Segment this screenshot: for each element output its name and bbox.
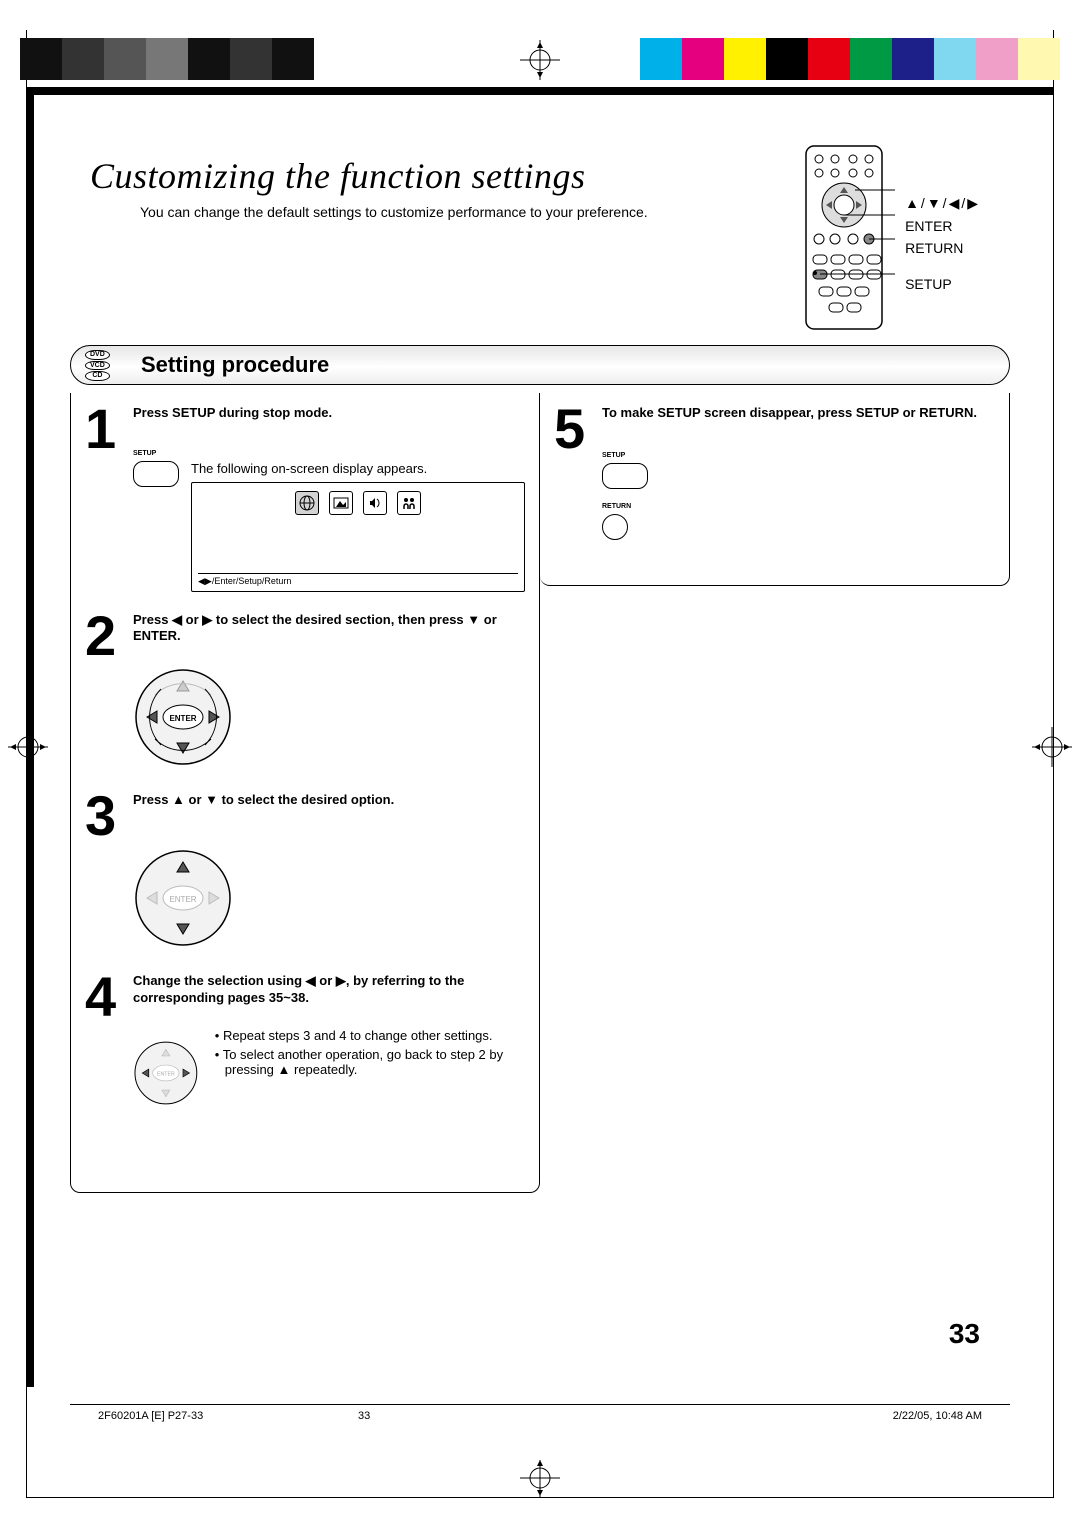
audio-icon: [363, 491, 387, 515]
disc-vcd: VCD: [85, 361, 110, 371]
svg-text:ENTER: ENTER: [157, 1072, 175, 1078]
registration-mark-icon: [8, 727, 48, 767]
remote-enter-label: ENTER: [905, 218, 980, 234]
step-number: 2: [85, 612, 123, 660]
remote-return-label: RETURN: [905, 240, 980, 256]
picture-icon: [329, 491, 353, 515]
step-heading: Press ▲ or ▼ to select the desired optio…: [133, 792, 394, 809]
remote-diagram: ▲/▼/◀/▶ ENTER RETURN SETUP: [805, 145, 980, 330]
bullet-item: To select another operation, go back to …: [215, 1047, 525, 1077]
section-heading: Setting procedure: [141, 352, 329, 378]
step-heading: Press SETUP during stop mode.: [133, 405, 332, 422]
step-number: 5: [554, 405, 592, 453]
steps-right-column: 5 To make SETUP screen disappear, press …: [540, 393, 1010, 586]
registration-mark-icon: [520, 1458, 560, 1498]
globe-icon: [295, 491, 319, 515]
step-5: 5 To make SETUP screen disappear, press …: [554, 405, 995, 545]
disc-badges: DVD VCD CD: [85, 350, 110, 382]
top-band: [26, 87, 1054, 95]
footer-right: 2/22/05, 10:48 AM: [893, 1410, 982, 1422]
footer-rule: [70, 1404, 1010, 1405]
steps-left-column: 1 Press SETUP during stop mode. SETUP Th…: [70, 393, 540, 1193]
remote-icon: [805, 145, 895, 330]
remote-setup-label: SETUP: [905, 276, 980, 292]
section-header: DVD VCD CD Setting procedure: [70, 345, 1010, 385]
step-number: 1: [85, 405, 123, 453]
setup-button-icon: SETUP: [602, 463, 995, 494]
footer-mid: 33: [358, 1410, 370, 1422]
page-content: Customizing the function settings You ca…: [70, 100, 1010, 1460]
remote-arrows-label: ▲/▼/◀/▶: [905, 195, 980, 212]
dpad-icon: ENTER: [133, 848, 233, 948]
disc-cd: CD: [85, 371, 110, 381]
bullet-item: Repeat steps 3 and 4 to change other set…: [215, 1028, 525, 1043]
step-3: 3 Press ▲ or ▼ to select the desired opt…: [85, 792, 525, 953]
step-2: 2 Press ◀ or ▶ to select the desired sec…: [85, 612, 525, 773]
svg-text:ENTER: ENTER: [169, 895, 196, 904]
setup-button-icon: SETUP: [133, 461, 179, 492]
step-heading: Press ◀ or ▶ to select the desired secti…: [133, 612, 525, 646]
dpad-icon: ENTER: [133, 667, 233, 767]
page-number: 33: [949, 1318, 980, 1350]
parental-icon: [397, 491, 421, 515]
registration-mark-icon: [1032, 727, 1072, 767]
step-heading: Change the selection using ◀ or ▶, by re…: [133, 973, 525, 1007]
svg-text:ENTER: ENTER: [169, 714, 196, 723]
step-bullets: Repeat steps 3 and 4 to change other set…: [215, 1028, 525, 1081]
dpad-icon: ENTER: [133, 1028, 199, 1118]
step-number: 4: [85, 973, 123, 1021]
disc-dvd: DVD: [85, 350, 110, 360]
osd-footer: ◀▶/Enter/Setup/Return: [198, 573, 518, 587]
return-button-icon: RETURN: [602, 514, 995, 545]
step-1: 1 Press SETUP during stop mode. SETUP Th…: [85, 405, 525, 592]
osd-display: ◀▶/Enter/Setup/Return: [191, 482, 525, 592]
color-bars: [0, 38, 1080, 80]
step-description: The following on-screen display appears.: [191, 461, 525, 476]
footer-left: 2F60201A [E] P27-33: [98, 1410, 203, 1422]
step-number: 3: [85, 792, 123, 840]
step-heading: To make SETUP screen disappear, press SE…: [602, 405, 977, 422]
step-4: 4 Change the selection using ◀ or ▶, by …: [85, 973, 525, 1119]
footer: 2F60201A [E] P27-33 33 2/22/05, 10:48 AM: [98, 1410, 982, 1422]
